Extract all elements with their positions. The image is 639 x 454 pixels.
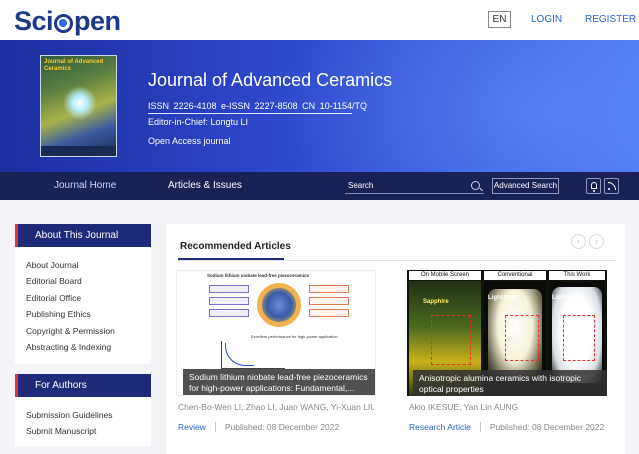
- article-caption[interactable]: Sodium lithium niobate lead-free piezoce…: [183, 369, 375, 395]
- bulb-label: Light bulb: [552, 295, 581, 301]
- top-bar: Sci pen EN LOGIN REGISTER: [0, 0, 639, 40]
- journal-nav: Journal Home Articles & Issues Advanced …: [0, 172, 639, 200]
- highlight-box: [505, 315, 539, 361]
- figure-box: [309, 297, 349, 305]
- recommended-title: Recommended Articles: [180, 241, 291, 252]
- cover-title: Journal of Advanced Ceramics: [44, 59, 104, 72]
- article-date: Published: 08 December 2022: [489, 422, 605, 432]
- main-content: About This Journal About Journal Editori…: [0, 200, 639, 454]
- figure-box: [209, 297, 249, 305]
- cover-art: [63, 86, 97, 120]
- figure-box: [209, 309, 249, 317]
- figure-plot: [221, 341, 285, 369]
- figure-box: [209, 285, 249, 293]
- about-journal-list: About Journal Editorial Board Editorial …: [15, 247, 151, 355]
- figure-subtitle: Excellent performance for high-power app…: [251, 334, 338, 339]
- sidebar-item-submit-manuscript[interactable]: Submit Manuscript: [15, 423, 151, 439]
- for-authors-header: For Authors: [15, 374, 151, 397]
- panel-label: This Work: [549, 271, 605, 280]
- recommended-articles-panel: Recommended Articles ‹ › Sodium lithium …: [166, 224, 625, 454]
- recommended-divider: [178, 260, 616, 261]
- issn-divider: [148, 113, 352, 114]
- article-caption[interactable]: Anisotropic alumina ceramics with isotro…: [413, 370, 607, 396]
- about-journal-card: About This Journal About Journal Editori…: [15, 224, 151, 364]
- sidebar-item-publishing-ethics[interactable]: Publishing Ethics: [15, 306, 151, 322]
- rss-icon: [608, 182, 616, 190]
- article-authors: Chen-Bo-Wen LI, Zhao LI, Juan WANG, Yi-X…: [178, 402, 374, 412]
- journal-banner: Journal of Advanced Ceramics Journal of …: [0, 40, 639, 172]
- caption-line: Anisotropic alumina ceramics with isotro…: [419, 373, 582, 383]
- article-type-link[interactable]: Research Article: [409, 422, 471, 432]
- rss-button[interactable]: [604, 178, 619, 194]
- carousel-next-button[interactable]: ›: [589, 234, 604, 249]
- for-authors-card: For Authors Submission Guidelines Submit…: [15, 374, 151, 446]
- article-thumbnail[interactable]: On Mobile Screen Sapphire Conventional L…: [407, 270, 607, 396]
- logo-globe-icon: [54, 14, 74, 33]
- advanced-search-button[interactable]: Advanced Search: [492, 178, 559, 194]
- caption-line: optical properties: [419, 384, 484, 394]
- highlight-box: [431, 315, 471, 365]
- article-type-link[interactable]: Review: [178, 422, 206, 432]
- sidebar-item-editorial-board[interactable]: Editorial Board: [15, 273, 151, 289]
- figure-title: Sodium lithium niobate lead-free piezoce…: [207, 273, 310, 278]
- login-link[interactable]: LOGIN: [531, 14, 562, 25]
- panel-label: On Mobile Screen: [409, 271, 481, 280]
- nav-journal-home[interactable]: Journal Home: [54, 180, 116, 191]
- search-box: [345, 178, 484, 194]
- article-meta: Research Article Published: 08 December …: [409, 422, 639, 432]
- meta-separator: [214, 422, 216, 432]
- article-authors: Akio IKESUE, Yan Lin AUNG: [409, 402, 519, 412]
- open-access-label: Open Access journal: [148, 136, 231, 146]
- panel-label: Conventional: [484, 271, 546, 280]
- article-thumbnail[interactable]: Sodium lithium niobate lead-free piezoce…: [176, 270, 376, 396]
- journal-cover-image[interactable]: Journal of Advanced Ceramics: [40, 55, 117, 157]
- article-meta: Review Published: 08 December 2022: [178, 422, 408, 432]
- about-journal-header: About This Journal: [15, 224, 151, 247]
- editor-in-chief: Editor-in-Chief: Longtu LI: [148, 117, 249, 127]
- carousel-prev-button[interactable]: ‹: [571, 234, 586, 249]
- search-input[interactable]: [348, 178, 458, 193]
- sidebar-item-submission-guidelines[interactable]: Submission Guidelines: [15, 407, 151, 423]
- bulb-label: Light bulb: [488, 295, 517, 301]
- bell-icon: [591, 182, 597, 192]
- sciopen-logo[interactable]: Sci pen: [14, 6, 121, 37]
- sidebar-item-copyright[interactable]: Copyright & Permission: [15, 323, 151, 339]
- caption-line: Sodium lithium niobate lead-free piezoce…: [189, 372, 368, 382]
- for-authors-list: Submission Guidelines Submit Manuscript: [15, 397, 151, 440]
- highlight-box: [563, 315, 595, 361]
- figure-box: [309, 285, 349, 293]
- meta-separator: [479, 422, 481, 432]
- figure-diagram: [257, 283, 301, 327]
- figure-box: [309, 309, 349, 317]
- cover-strip: [41, 146, 116, 156]
- alert-button[interactable]: [586, 178, 601, 194]
- sapphire-label: Sapphire: [423, 299, 449, 305]
- sidebar-item-editorial-office[interactable]: Editorial Office: [15, 290, 151, 306]
- journal-title: Journal of Advanced Ceramics: [148, 70, 393, 90]
- language-button[interactable]: EN: [488, 11, 511, 28]
- search-icon[interactable]: [471, 181, 480, 190]
- sidebar-item-abstracting[interactable]: Abstracting & Indexing: [15, 339, 151, 355]
- sidebar-item-about-journal[interactable]: About Journal: [15, 257, 151, 273]
- article-date: Published: 08 December 2022: [224, 422, 340, 432]
- issn-line: ISSN 2226-4108 e-ISSN 2227-8508 CN 10-11…: [148, 101, 367, 111]
- nav-articles-issues[interactable]: Articles & Issues: [168, 180, 242, 191]
- caption-line: for high-power applications: Fundamental…: [189, 383, 355, 393]
- register-link[interactable]: REGISTER: [585, 14, 636, 25]
